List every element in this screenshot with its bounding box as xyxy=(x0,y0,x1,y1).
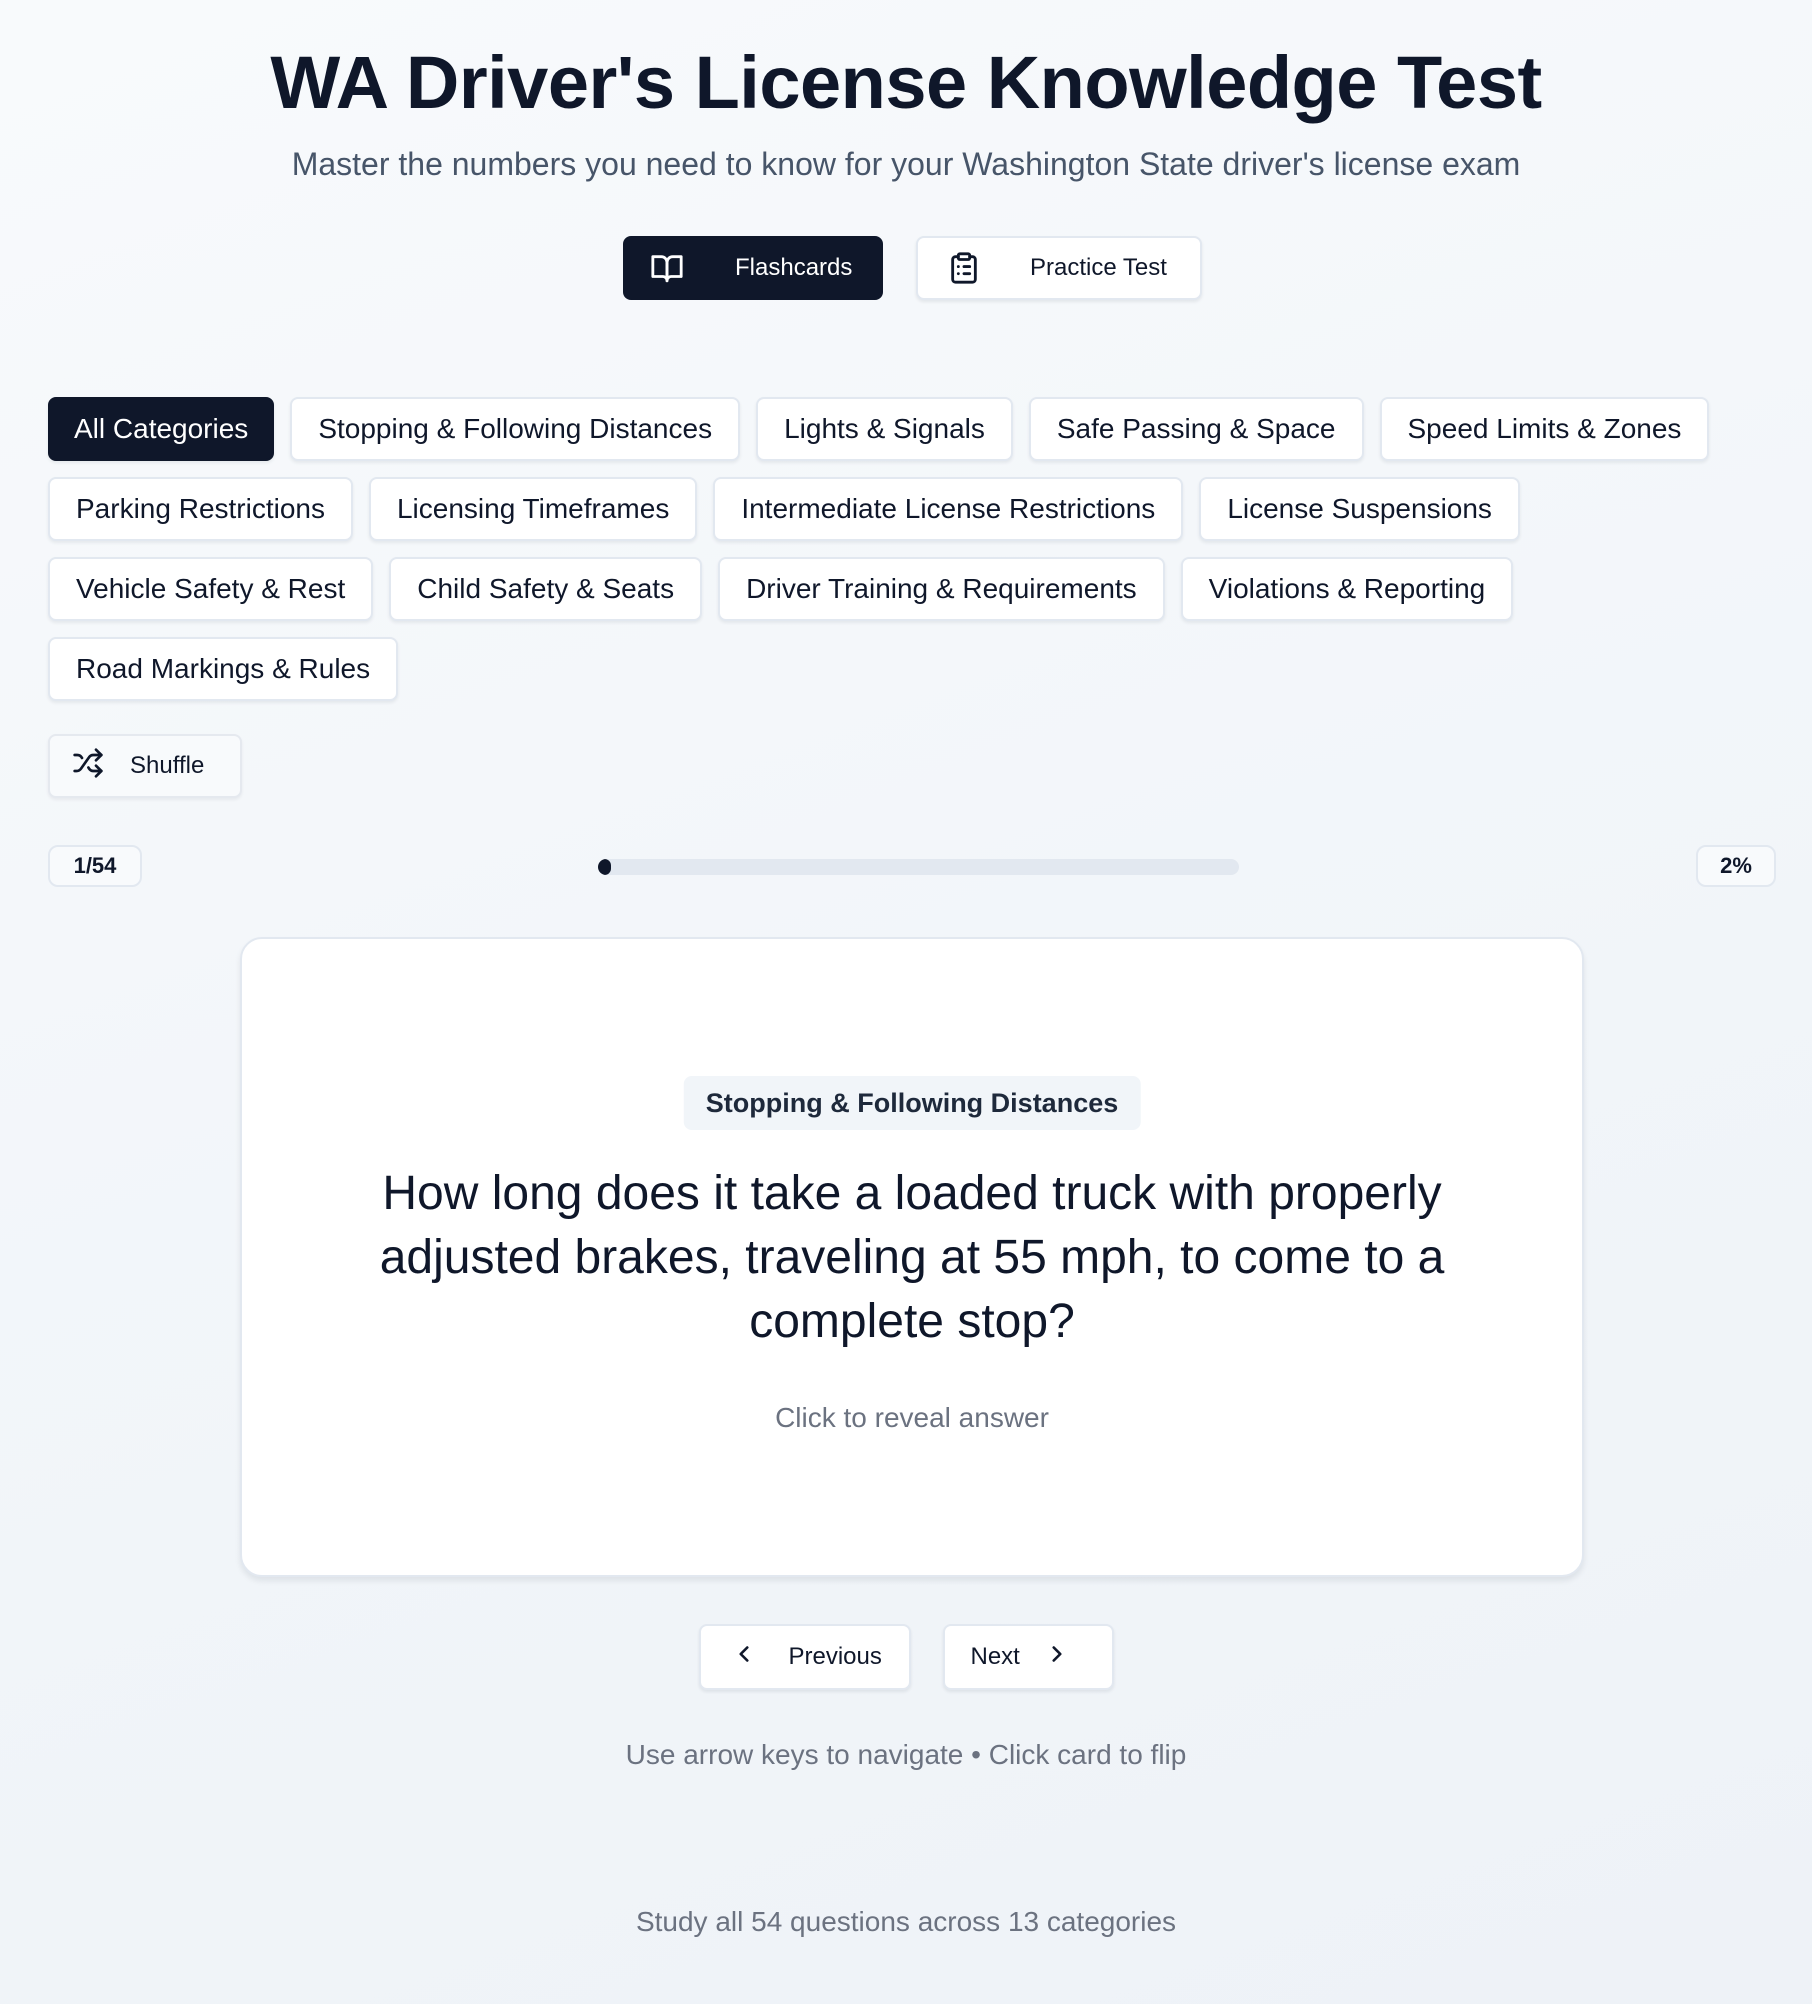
progress-percent-badge: 2% xyxy=(1696,845,1776,887)
chevron-left-icon xyxy=(731,1641,757,1674)
next-label: Next xyxy=(970,1643,1020,1670)
page-subtitle: Master the numbers you need to know for … xyxy=(291,146,1521,182)
category-chip-vehicle-safety-rest[interactable]: Vehicle Safety & Rest xyxy=(48,557,374,621)
card-category-badge: Stopping & Following Distances xyxy=(683,1076,1141,1130)
card-question: How long does it take a loaded truck wit… xyxy=(379,1167,1445,1348)
category-chip-driver-training-requirements[interactable]: Driver Training & Requirements xyxy=(718,557,1165,621)
card-navigation: Previous Next xyxy=(0,1624,1812,1690)
flashcards-mode-button[interactable]: Flashcards xyxy=(623,236,883,300)
practice-test-mode-button[interactable]: Practice Test xyxy=(916,236,1202,300)
category-chip-parking-restrictions[interactable]: Parking Restrictions xyxy=(48,477,353,541)
footer-summary: Study all 54 questions across 13 categor… xyxy=(635,1906,1177,1937)
card-counter-badge: 1/54 xyxy=(48,845,142,887)
page-title: WA Driver's License Knowledge Test xyxy=(270,41,1542,124)
shuffle-button[interactable]: Shuffle xyxy=(48,734,242,798)
progress-bar-fill xyxy=(598,859,611,875)
category-chip-stopping-following-distances[interactable]: Stopping & Following Distances xyxy=(290,397,741,461)
category-filter-list: All Categories Stopping & Following Dist… xyxy=(48,397,1768,701)
category-chip-child-safety-seats[interactable]: Child Safety & Seats xyxy=(389,557,703,621)
category-chip-violations-reporting[interactable]: Violations & Reporting xyxy=(1180,557,1514,621)
category-chip-license-suspensions[interactable]: License Suspensions xyxy=(1199,477,1520,541)
category-chip-lights-signals[interactable]: Lights & Signals xyxy=(756,397,1013,461)
mode-toggle: Flashcards Practice Test xyxy=(623,236,1202,300)
category-chip-all-categories[interactable]: All Categories xyxy=(48,397,275,461)
category-chip-licensing-timeframes[interactable]: Licensing Timeframes xyxy=(368,477,698,541)
keyboard-navigation-hint: Use arrow keys to navigate • Click card … xyxy=(625,1739,1187,1770)
shuffle-icon xyxy=(72,747,104,786)
clipboard-list-icon xyxy=(944,248,984,288)
flashcards-mode-label: Flashcards xyxy=(735,254,853,281)
category-chip-intermediate-license-restrictions[interactable]: Intermediate License Restrictions xyxy=(713,477,1184,541)
category-chip-speed-limits-zones[interactable]: Speed Limits & Zones xyxy=(1379,397,1710,461)
category-chip-safe-passing-space[interactable]: Safe Passing & Space xyxy=(1028,397,1364,461)
book-open-icon xyxy=(647,248,687,288)
shuffle-label: Shuffle xyxy=(130,752,205,779)
progress-bar xyxy=(598,859,1239,875)
previous-label: Previous xyxy=(788,1643,882,1670)
practice-test-mode-label: Practice Test xyxy=(1030,254,1167,281)
chevron-right-icon xyxy=(1044,1641,1070,1674)
next-button[interactable]: Next xyxy=(942,1624,1114,1690)
previous-button[interactable]: Previous xyxy=(698,1624,911,1690)
reveal-answer-hint: Click to reveal answer xyxy=(775,1402,1049,1433)
flashcard[interactable]: Stopping & Following Distances How long … xyxy=(240,937,1584,1577)
category-chip-road-markings-rules[interactable]: Road Markings & Rules xyxy=(48,637,399,701)
